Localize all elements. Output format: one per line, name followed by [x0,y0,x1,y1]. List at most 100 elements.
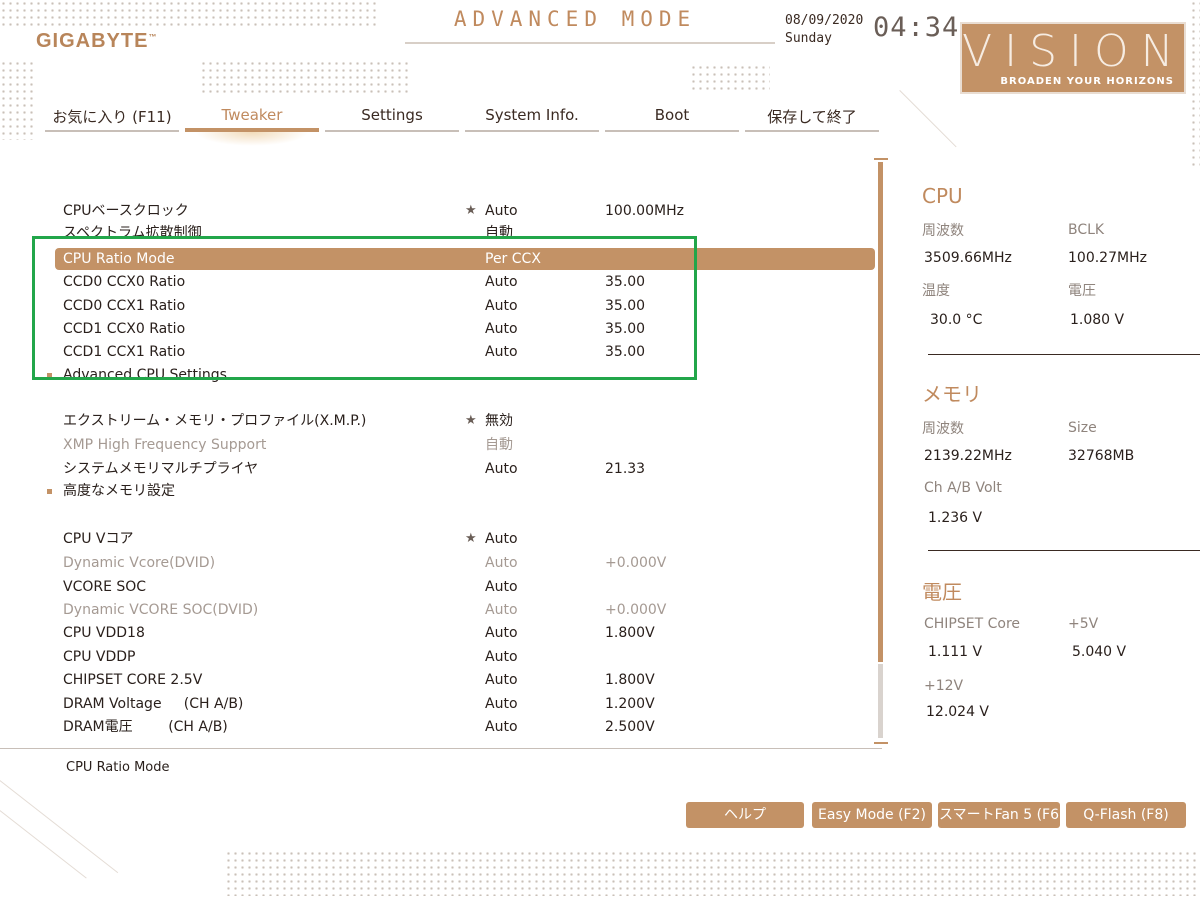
q-flash-button[interactable]: Q-Flash (F8) [1066,802,1186,828]
dot-pattern-top-left [0,0,380,26]
setting-current-value: +0.000V [605,602,667,618]
setting-name: エクストリーム・メモリ・プロファイル(X.M.P.) [63,413,367,429]
v12-label: +12V [924,678,964,694]
vision-title: VISION [962,26,1186,77]
cpu-bclk-label: BCLK [1068,222,1105,238]
submenu-bullet-icon [47,489,52,494]
vision-tagline: BROADEN YOUR HORIZONS [1000,76,1174,87]
setting-name: CPU Vコア [63,531,134,547]
star-icon: ★ [465,531,477,546]
setting-row-dynamic-vcore-soc: Dynamic VCORE SOC(DVID) Auto +0.000V [55,599,875,621]
easy-mode-button[interactable]: Easy Mode (F2) [812,802,932,828]
memory-freq-label: 周波数 [922,421,964,437]
v5-label: +5V [1068,616,1099,632]
setting-value: Auto [485,672,518,688]
date-value: 08/09/2020 [785,13,864,28]
setting-value: Auto [485,461,518,477]
settings-panel: CPUベースクロック ★ Auto 100.00MHz スペクトラム拡散制御 自… [0,150,888,750]
setting-row-memory-multiplier[interactable]: システムメモリマルチプライヤ Auto 21.33 [55,458,875,480]
tab-favorites[interactable]: お気に入り (F11) [45,100,179,132]
setting-value: 自動 [485,437,513,453]
setting-row-vcore-soc[interactable]: VCORE SOC Auto [55,576,875,598]
setting-name: Dynamic Vcore(DVID) [63,555,216,571]
setting-name: CPU VDD18 [63,625,145,641]
dot-pattern-top-middle [690,64,770,94]
chipset-core-label: CHIPSET Core [924,616,1021,632]
vision-banner: VISION BROADEN YOUR HORIZONS [960,22,1186,94]
cpu-freq-label: 周波数 [922,223,964,239]
setting-name: XMP High Frequency Support [63,437,267,453]
memory-volt-value: 1.236 V [928,510,983,526]
help-button[interactable]: ヘルプ [686,802,804,828]
memory-volt-label: Ch A/B Volt [924,480,1002,496]
setting-name: CHIPSET CORE 2.5V [63,672,203,688]
setting-value: Auto [485,555,518,571]
memory-section-title: メモリ [922,382,982,406]
date-display: 08/09/2020 Sunday [785,12,863,48]
cpu-volt-label: 電圧 [1068,283,1096,299]
deco-line [899,90,957,148]
setting-value: Auto [485,625,518,641]
setting-row-cpu-vddp[interactable]: CPU VDDP Auto [55,646,875,668]
scrollbar-cap-top [874,158,888,160]
setting-value: Auto [485,579,518,595]
scrollbar-thumb[interactable] [878,162,883,662]
setting-row-xmp[interactable]: エクストリーム・メモリ・プロファイル(X.M.P.) ★ 無効 [55,410,875,432]
main-tab-bar: お気に入り (F11) Tweaker Settings System Info… [45,100,885,146]
settings-scrollbar[interactable] [874,158,888,744]
setting-value: Auto [485,203,518,219]
divider [928,550,1200,551]
memory-size-value: 32768MB [1068,448,1135,464]
dot-pattern-left-side [0,60,36,140]
setting-row-cpu-vdd18[interactable]: CPU VDD18 Auto 1.800V [55,622,875,644]
setting-name: CPUベースクロック [63,203,189,219]
dot-pattern-right-side [1190,0,1200,170]
deco-line [0,780,119,874]
setting-current-value: 100.00MHz [605,203,684,219]
setting-value: Auto [485,719,518,735]
setting-row-cpu-vcore[interactable]: CPU Vコア ★ Auto [55,528,875,550]
v12-value: 12.024 V [926,704,990,720]
tab-save-exit[interactable]: 保存して終了 [745,100,879,132]
cpu-freq-value: 3509.66MHz [924,250,1012,266]
setting-current-value: 1.800V [605,672,655,688]
tab-system-info[interactable]: System Info. [465,100,599,132]
cpu-temp-value: 30.0 °C [930,312,983,328]
gigabyte-logo: GIGABYTE™ [36,30,158,52]
cpu-section-title: CPU [922,184,963,208]
tab-settings[interactable]: Settings [325,100,459,132]
setting-value: Auto [485,696,518,712]
deco-line [0,810,87,879]
setting-value: Auto [485,602,518,618]
tab-tweaker[interactable]: Tweaker [185,100,319,146]
cpu-bclk-value: 100.27MHz [1068,250,1147,266]
setting-value: 無効 [485,413,513,429]
smart-fan-button[interactable]: スマートFan 5 (F6 [938,802,1060,828]
star-icon: ★ [465,413,477,428]
chipset-core-value: 1.111 V [928,644,983,660]
weekday-value: Sunday [785,31,832,46]
help-description: CPU Ratio Mode [66,760,170,775]
setting-value: Auto [485,531,518,547]
divider [928,354,1200,355]
setting-row-dram-voltage-jp[interactable]: DRAM電圧 (CH A/B) Auto 2.500V [55,716,875,738]
setting-row-chipset-core[interactable]: CHIPSET CORE 2.5V Auto 1.800V [55,669,875,691]
dot-pattern-bottom [225,850,1200,896]
setting-name: システムメモリマルチプライヤ [63,461,259,477]
setting-current-value: 1.800V [605,625,655,641]
v5-value: 5.040 V [1072,644,1127,660]
setting-row-dram-voltage[interactable]: DRAM Voltage (CH A/B) Auto 1.200V [55,693,875,715]
setting-name: DRAM Voltage (CH A/B) [63,696,244,712]
clock-display: 04:34 [873,12,960,43]
setting-row-cpu-base-clock[interactable]: CPUベースクロック ★ Auto 100.00MHz [55,200,875,222]
setting-name: Dynamic VCORE SOC(DVID) [63,602,259,618]
submenu-advanced-memory-settings[interactable]: 高度なメモリ設定 [47,480,875,502]
setting-name: DRAM電圧 (CH A/B) [63,719,228,735]
highlight-annotation-box [32,236,697,380]
setting-current-value: 21.33 [605,461,646,477]
setting-row-dynamic-vcore: Dynamic Vcore(DVID) Auto +0.000V [55,552,875,574]
tab-boot[interactable]: Boot [605,100,739,132]
cpu-temp-label: 温度 [922,283,950,299]
scrollbar-track [878,664,883,738]
cpu-volt-value: 1.080 V [1070,312,1125,328]
